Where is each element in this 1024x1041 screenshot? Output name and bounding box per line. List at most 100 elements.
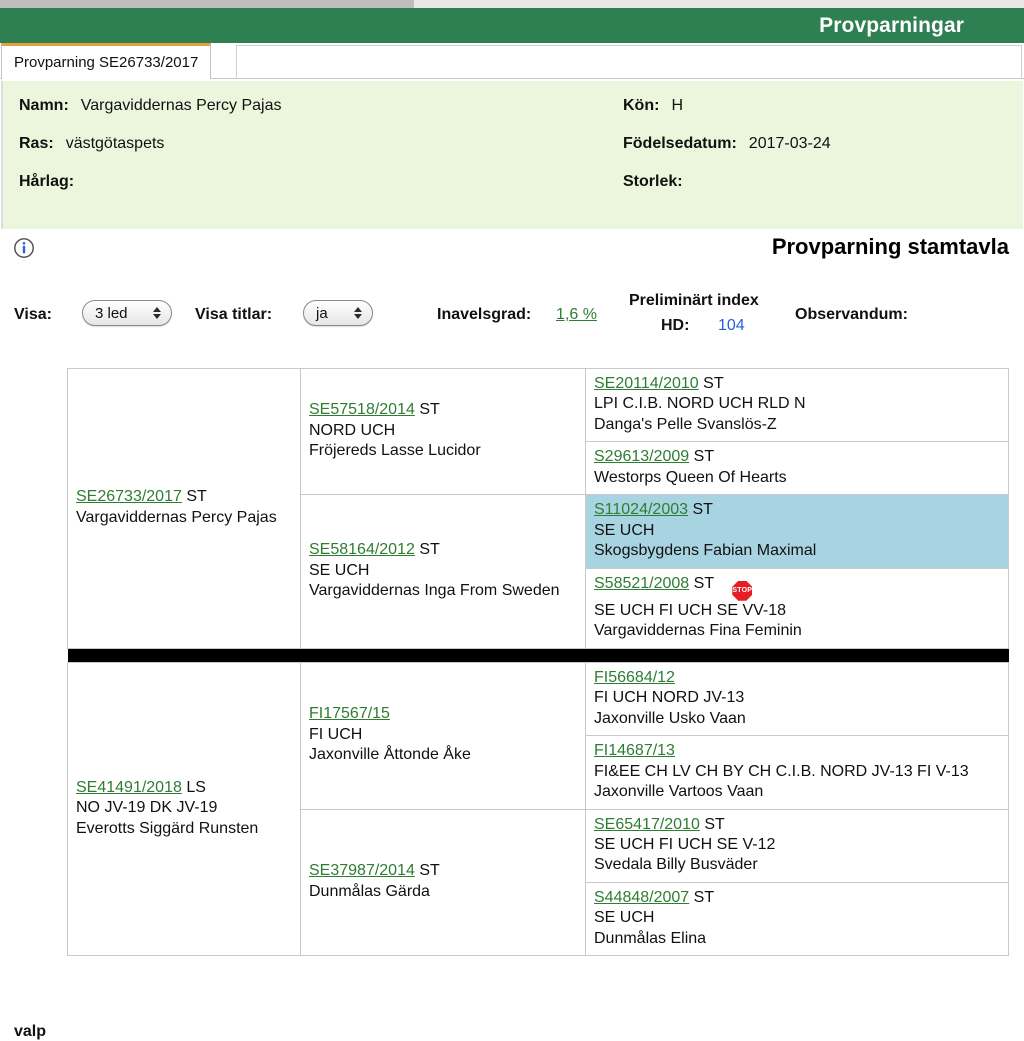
registration-suffix: ST bbox=[693, 888, 715, 906]
chevron-updown-icon bbox=[153, 307, 161, 319]
table-row: SE26733/2017 ST Vargaviddernas Percy Paj… bbox=[67, 367, 1009, 649]
dog-name: Danga's Pelle Svanslös-Z bbox=[594, 415, 777, 433]
info-circle-icon[interactable] bbox=[13, 237, 35, 259]
storlek-label: Storlek: bbox=[623, 173, 683, 190]
dog-name: Westorps Queen Of Hearts bbox=[594, 468, 787, 486]
pedigree-cell-sire-gen1[interactable]: SE26733/2017 ST Vargaviddernas Percy Paj… bbox=[67, 368, 301, 649]
preliminart-index-label: Preliminärt index bbox=[629, 292, 759, 309]
info-row: Ras: västgötaspets Födelsedatum: 2017-03… bbox=[3, 135, 1023, 173]
pedigree-options-toolbar: Visa: 3 led Visa titlar: ja Inavelsgrad:… bbox=[0, 292, 1024, 352]
registration-link[interactable]: SE58164/2012 bbox=[309, 541, 415, 558]
pedigree-cell-dam-gen2-0[interactable]: FI17567/15 FI UCH Jaxonville Åttonde Åke bbox=[300, 661, 586, 810]
pedigree-cell-sire-gen3-3[interactable]: S58521/2008 ST STOP SE UCH FI UCH SE VV-… bbox=[585, 567, 1009, 649]
section-header: Provparning stamtavla bbox=[0, 234, 1024, 278]
registration-link[interactable]: S44848/2007 bbox=[594, 889, 689, 906]
dog-name: Dunmålas Gärda bbox=[309, 882, 430, 900]
ras-value: västgötaspets bbox=[65, 135, 165, 152]
table-row: SE41491/2018 LS NO JV-19 DK JV-19 Everot… bbox=[67, 661, 1009, 957]
dog-titles: SE UCH FI UCH SE V-12 bbox=[594, 835, 776, 853]
inavelsgrad-label: Inavelsgrad: bbox=[437, 306, 532, 323]
tab-provparning[interactable]: Provparning SE26733/2017 bbox=[1, 43, 212, 79]
tab-bar: Provparning SE26733/2017 bbox=[0, 43, 1024, 79]
visa-select[interactable]: 3 led bbox=[82, 300, 172, 326]
registration-link[interactable]: S11024/2003 bbox=[594, 501, 688, 518]
visa-titlar-select[interactable]: ja bbox=[303, 300, 373, 326]
dog-titles: SE UCH bbox=[594, 521, 655, 539]
registration-suffix: ST bbox=[419, 541, 440, 559]
dog-name: Vargaviddernas Fina Feminin bbox=[594, 622, 802, 640]
pedigree-divider bbox=[67, 648, 1009, 663]
pedigree-cell-dam-gen3-3[interactable]: S44848/2007 ST SE UCH Dunmålas Elina bbox=[585, 881, 1009, 957]
info-row: Namn: Vargaviddernas Percy Pajas Kön: H bbox=[3, 97, 1023, 135]
dog-titles: SE UCH FI UCH SE VV-18 bbox=[594, 601, 787, 619]
horizontal-scrollbar-thumb[interactable] bbox=[0, 0, 414, 8]
registration-suffix: ST bbox=[693, 574, 714, 592]
pedigree-cell-dam-gen3-1[interactable]: FI14687/13 FI&EE CH LV CH BY CH C.I.B. N… bbox=[585, 735, 1009, 810]
fodelsedatum-value: 2017-03-24 bbox=[748, 135, 831, 152]
pedigree-cell-sire-gen3-1[interactable]: S29613/2009 ST Westorps Queen Of Hearts bbox=[585, 441, 1009, 496]
stop-icon: STOP bbox=[732, 580, 753, 601]
kon-value: H bbox=[671, 97, 683, 114]
pedigree-cell-sire-gen3-2[interactable]: S11024/2003 ST SE UCH Skogsbygdens Fabia… bbox=[585, 494, 1009, 569]
dog-name: Fröjereds Lasse Lucidor bbox=[309, 442, 481, 460]
hd-label: HD: bbox=[661, 317, 690, 334]
tab-label: Provparning SE26733/2017 bbox=[14, 54, 199, 71]
inavelsgrad-value-link[interactable]: 1,6 % bbox=[556, 306, 597, 324]
registration-link[interactable]: S29613/2009 bbox=[594, 448, 689, 465]
dog-titles: NORD UCH bbox=[309, 421, 396, 439]
registration-link[interactable]: FI56684/12 bbox=[594, 669, 675, 686]
pedigree-cell-sire-gen3-0[interactable]: SE20114/2010 ST LPI C.I.B. NORD UCH RLD … bbox=[585, 367, 1009, 443]
visa-titlar-label: Visa titlar: bbox=[195, 306, 273, 323]
dog-titles: FI UCH bbox=[309, 725, 363, 743]
visa-label: Visa: bbox=[14, 306, 52, 323]
registration-link[interactable]: FI14687/13 bbox=[594, 742, 675, 759]
dog-titles: FI UCH NORD JV-13 bbox=[594, 689, 745, 707]
dog-name: Jaxonville Vartoos Vaan bbox=[594, 783, 764, 801]
dog-titles: SE UCH bbox=[594, 909, 655, 927]
dog-titles: SE UCH bbox=[309, 561, 370, 579]
registration-suffix: ST bbox=[419, 862, 440, 880]
dog-titles: FI&EE CH LV CH BY CH C.I.B. NORD JV-13 F… bbox=[594, 762, 969, 780]
namn-value: Vargaviddernas Percy Pajas bbox=[80, 97, 282, 114]
dog-name: Vargaviddernas Inga From Sweden bbox=[309, 582, 560, 600]
dog-name: Skogsbygdens Fabian Maximal bbox=[594, 542, 817, 560]
dog-name: Vargaviddernas Percy Pajas bbox=[76, 508, 277, 526]
registration-link[interactable]: SE20114/2010 bbox=[594, 375, 699, 392]
dog-name: Everotts Siggärd Runsten bbox=[76, 819, 259, 837]
registration-suffix: ST bbox=[693, 448, 715, 466]
registration-link[interactable]: S58521/2008 bbox=[594, 575, 689, 592]
registration-link[interactable]: SE41491/2018 bbox=[76, 779, 182, 796]
valp-label: valp bbox=[14, 1023, 47, 1040]
dog-name: Svedala Billy Busväder bbox=[594, 856, 758, 874]
registration-link[interactable]: SE57518/2014 bbox=[309, 401, 415, 418]
pedigree-cell-dam-gen2-1[interactable]: SE37987/2014 ST Dunmålas Gärda bbox=[300, 808, 586, 957]
app-title: Provparningar bbox=[819, 13, 964, 37]
registration-link[interactable]: FI17567/15 bbox=[309, 705, 390, 722]
registration-suffix: ST bbox=[419, 401, 440, 419]
registration-suffix: ST bbox=[186, 488, 207, 506]
browser-chrome-strip bbox=[0, 0, 1024, 8]
namn-label: Namn: bbox=[19, 97, 69, 114]
visa-select-value: 3 led bbox=[95, 304, 128, 322]
pedigree-cell-dam-gen1[interactable]: SE41491/2018 LS NO JV-19 DK JV-19 Everot… bbox=[67, 661, 301, 957]
registration-suffix: ST bbox=[692, 501, 713, 519]
registration-suffix: ST bbox=[704, 815, 725, 833]
registration-link[interactable]: SE26733/2017 bbox=[76, 488, 182, 505]
registration-suffix: LS bbox=[186, 778, 206, 796]
pedigree-chart: valp SE26733/2017 ST Vargaviddernas Perc… bbox=[0, 367, 1024, 1040]
page-title: Provparning stamtavla bbox=[771, 234, 1009, 259]
registration-link[interactable]: SE65417/2010 bbox=[594, 816, 700, 833]
pedigree-cell-dam-gen3-2[interactable]: SE65417/2010 ST SE UCH FI UCH SE V-12 Sv… bbox=[585, 808, 1009, 883]
pedigree-cell-sire-gen2-1[interactable]: SE58164/2012 ST SE UCH Vargaviddernas In… bbox=[300, 494, 586, 649]
observandum-label: Observandum: bbox=[795, 306, 908, 323]
pedigree-cell-sire-gen2-0[interactable]: SE57518/2014 ST NORD UCH Fröjereds Lasse… bbox=[300, 367, 586, 496]
pedigree-table: SE26733/2017 ST Vargaviddernas Percy Paj… bbox=[67, 367, 1009, 957]
chevron-updown-icon bbox=[354, 307, 362, 319]
registration-link[interactable]: SE37987/2014 bbox=[309, 862, 415, 879]
visa-titlar-select-value: ja bbox=[316, 304, 328, 322]
tab-strip-filler bbox=[236, 45, 1022, 78]
dog-name: Jaxonville Usko Vaan bbox=[594, 709, 746, 727]
pedigree-cell-dam-gen3-0[interactable]: FI56684/12 FI UCH NORD JV-13 Jaxonville … bbox=[585, 661, 1009, 737]
dog-info-panel: Namn: Vargaviddernas Percy Pajas Kön: H … bbox=[1, 81, 1023, 229]
hd-value: 104 bbox=[718, 317, 745, 334]
